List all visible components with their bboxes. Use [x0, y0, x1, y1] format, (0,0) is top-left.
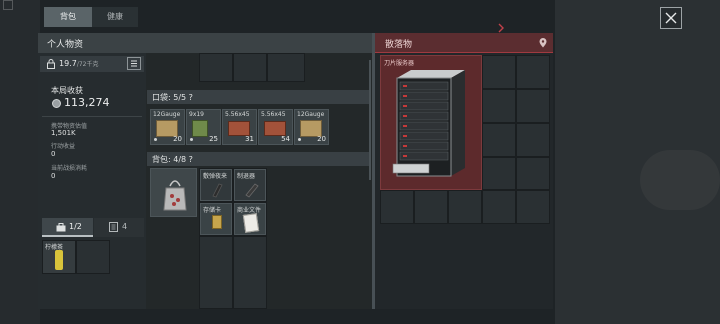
pocket-item[interactable]: 9x19 25: [186, 109, 221, 145]
blade-server-image: [392, 70, 465, 177]
close-button[interactable]: [660, 7, 682, 29]
toolbox-count: 1/2: [69, 222, 82, 231]
backpack-header: 背包: 4/8 ?: [147, 152, 369, 166]
backpack-item-name: 敷弹夜来: [203, 173, 228, 180]
loot-slot[interactable]: [516, 157, 550, 190]
pocket-title: 口袋: 5/5 ?: [152, 93, 193, 102]
backpack-slot[interactable]: [199, 236, 233, 309]
backpack-item[interactable]: 敷弹夜来: [200, 169, 232, 201]
loot-slot[interactable]: [516, 55, 550, 89]
backpack-item[interactable]: 存储卡: [200, 203, 232, 235]
backpack-slot[interactable]: [233, 236, 267, 309]
muzzle-brake-image: [245, 183, 259, 198]
toolbox-icon: [56, 223, 66, 232]
stat-label-loss: 当前战损消耗: [51, 165, 88, 172]
backpack-item-name: 商业文件: [237, 207, 262, 214]
loot-header: 散落物: [375, 33, 553, 53]
loot-slot[interactable]: [516, 89, 550, 123]
pocket-item-qty: 31: [245, 135, 254, 143]
tab-safe[interactable]: 4: [94, 218, 144, 237]
backpack-bag-item[interactable]: [150, 168, 197, 217]
left-backdrop: [0, 0, 40, 324]
lemon-tea-image: [55, 250, 63, 270]
pocket-item-name: 12Gauge: [297, 111, 325, 118]
pocket-item-name: 9x19: [189, 111, 205, 118]
right-backdrop: [555, 0, 720, 324]
equip-slot[interactable]: [267, 53, 305, 82]
tab-health[interactable]: 健康: [92, 7, 138, 27]
pocket-header: 口袋: 5/5 ?: [147, 90, 369, 104]
loot-slot[interactable]: [516, 123, 550, 157]
pocket-item-qty: 54: [281, 135, 290, 143]
stat-value-value: 1,501K: [51, 129, 76, 137]
safe-slot[interactable]: 柠檬茶: [42, 240, 76, 274]
ammo-box-image: [192, 120, 208, 137]
memory-card-image: [212, 215, 222, 229]
loot-slot[interactable]: [482, 190, 516, 224]
corner-mark: [3, 0, 13, 10]
container-scrollbar[interactable]: [369, 60, 371, 180]
loot-slot[interactable]: [482, 123, 516, 157]
earnings-value: 113,274: [64, 96, 110, 109]
ammo-box-image: [228, 121, 250, 136]
weight-row: 19.7/72千克: [40, 56, 144, 72]
pocket-item[interactable]: 12Gauge 20: [294, 109, 329, 145]
loot-slot[interactable]: [414, 190, 448, 224]
close-icon: [665, 12, 677, 24]
loot-slot[interactable]: [482, 157, 516, 190]
loot-slot[interactable]: [482, 89, 516, 123]
loot-slot[interactable]: [482, 55, 516, 89]
loot-title: 散落物: [385, 40, 413, 50]
personal-supplies-title: 个人物资: [47, 40, 84, 50]
stat-label-income: 行动收益: [51, 143, 76, 150]
loot-slot[interactable]: [516, 190, 550, 224]
list-icon: [131, 60, 137, 67]
backpack-item[interactable]: 商业文件: [234, 203, 266, 235]
safe-count: 4: [122, 222, 128, 231]
stat-value-loss: 0: [51, 172, 56, 180]
backpack-title: 背包: 4/8 ?: [152, 155, 193, 164]
rarity-dot: [298, 138, 301, 141]
chevron-icon: [497, 23, 505, 33]
pocket-item-qty: 20: [173, 135, 182, 143]
location-pin-icon[interactable]: [539, 38, 547, 48]
list-button[interactable]: [127, 57, 141, 70]
equip-slot[interactable]: [233, 53, 267, 82]
safe-item[interactable]: 柠檬茶: [43, 241, 75, 273]
pocket-item-qty: 20: [317, 135, 326, 143]
business-doc-image: [242, 213, 260, 233]
backpack-item-name: 存储卡: [203, 207, 222, 214]
bag-image: [163, 180, 187, 211]
loot-item-name: 刀片服务器: [384, 60, 415, 67]
pocket-item-name: 5.56x45: [225, 111, 250, 118]
earnings-label: 本局收获: [51, 86, 83, 95]
backpack-item[interactable]: 制退器: [234, 169, 266, 201]
coin-icon: [52, 99, 61, 108]
rarity-dot: [154, 138, 157, 141]
safe-slot-empty[interactable]: [76, 240, 110, 274]
weight-current: 19.7: [59, 59, 77, 68]
backpack-item-name: 制退器: [237, 173, 256, 180]
weight-icon: [47, 59, 55, 69]
rarity-dot: [190, 138, 193, 141]
pocket-item[interactable]: 5.56x45 54: [258, 109, 293, 145]
pocket-item-name: 12Gauge: [153, 111, 181, 118]
loot-item-blade-server[interactable]: 刀片服务器: [380, 55, 482, 190]
weight-max: /72千克: [76, 61, 99, 68]
loot-slot[interactable]: [380, 190, 414, 224]
personal-supplies-header: 个人物资: [38, 33, 372, 53]
divider: [42, 116, 142, 117]
pocket-item[interactable]: 12Gauge 20: [150, 109, 185, 145]
ammo-box-image: [264, 121, 286, 136]
pocket-item[interactable]: 5.56x45 31: [222, 109, 257, 145]
equip-slot[interactable]: [199, 53, 233, 82]
stat-value-income: 0: [51, 150, 56, 158]
loot-slot[interactable]: [448, 190, 482, 224]
safe-icon: [109, 222, 118, 232]
pocket-item-qty: 25: [209, 135, 218, 143]
tab-backpack[interactable]: 背包: [44, 7, 92, 27]
magazine-image: [212, 183, 223, 198]
tab-toolbox[interactable]: 1/2: [42, 218, 93, 237]
pocket-item-name: 5.56x45: [261, 111, 286, 118]
